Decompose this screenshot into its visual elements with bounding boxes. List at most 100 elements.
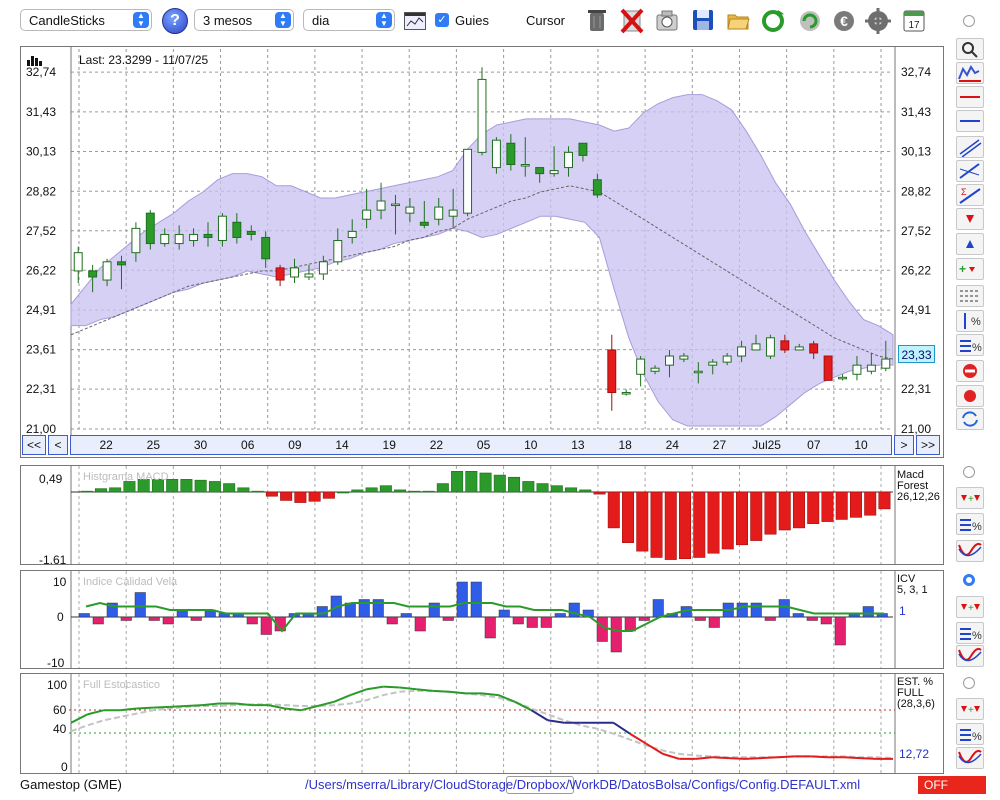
macd-bar: [436, 483, 449, 493]
stoch-k-segment: [284, 707, 302, 712]
lines-percent-button[interactable]: %: [956, 334, 984, 356]
gear-icon[interactable]: [865, 6, 891, 34]
stoch-k-segment: [449, 690, 466, 695]
icv-bar: [792, 613, 804, 618]
macd-bar: [750, 491, 763, 541]
icv-bar: [820, 616, 832, 625]
record-button[interactable]: [956, 385, 984, 407]
save-icon[interactable]: [690, 6, 716, 34]
chart-window-icon[interactable]: [404, 12, 426, 30]
candle: [275, 264, 285, 287]
icv-bar: [246, 616, 258, 625]
guides-checkbox[interactable]: ✓: [435, 13, 449, 27]
x-axis-label: 06: [241, 438, 255, 452]
horizontal-red-line-button[interactable]: [956, 86, 984, 108]
camera-icon[interactable]: [654, 6, 680, 34]
icv-panel[interactable]: Indice Calidad Vela 10 0 -10 ICV 5, 3, 1…: [20, 570, 944, 669]
candle: [73, 246, 83, 284]
scale-percent-button[interactable]: %: [956, 310, 984, 332]
svg-text:+: +: [968, 494, 974, 505]
macd-bar: [679, 491, 692, 560]
indicator-chart-button[interactable]: [956, 62, 984, 84]
no-entry-button[interactable]: [956, 360, 984, 382]
interval-select[interactable]: dia ▲ ▼: [303, 9, 395, 31]
icv-bar: [526, 616, 538, 628]
icv-arrows-button[interactable]: +: [956, 596, 984, 618]
open-folder-icon[interactable]: [725, 6, 751, 34]
icv-bar: [148, 616, 160, 621]
price-chart[interactable]: 32,74 31,43 30,13 28,82 27,52 26,22 24,91 23,61…: [21, 47, 943, 435]
delete-icon[interactable]: [619, 6, 645, 34]
horizontal-blue-line-button[interactable]: [956, 110, 984, 132]
y-axis-label-left: 28,82: [26, 184, 56, 198]
icv-bar: [540, 616, 552, 628]
stoch-k-segment: [399, 686, 417, 691]
stoch-lines-percent-button[interactable]: %: [956, 723, 984, 745]
stoch-k-segment: [87, 709, 105, 716]
help-label: ?: [170, 12, 180, 29]
icv-lines-percent-button[interactable]: %: [956, 622, 984, 644]
nav-last-button[interactable]: >>: [916, 435, 940, 455]
stoch-arrows-button[interactable]: +: [956, 698, 984, 720]
macd-bar: [394, 489, 407, 493]
macd-bar: [565, 487, 578, 493]
date-axis: 162225300609141922051013182427Jul250710: [70, 435, 892, 455]
stochastic-panel[interactable]: Full Estocastico 100 60 40 0 EST. % FULL…: [20, 673, 944, 774]
nav-first-button[interactable]: <<: [22, 435, 46, 455]
chevron-updown-icon: ▲ ▼: [275, 12, 291, 28]
macd-panel[interactable]: Histgrama MACD 0,49 -1,61 Macd Forest 26…: [20, 465, 944, 565]
macd-title: Histgrama MACD: [83, 471, 169, 483]
nav-next-button[interactable]: >: [894, 435, 914, 455]
macd-radio[interactable]: [963, 466, 975, 478]
y-axis-label-right: 27,52: [901, 224, 931, 238]
icv-bar: [260, 616, 272, 635]
euro-icon[interactable]: €: [831, 6, 857, 34]
stoch-curve-button[interactable]: [956, 747, 984, 769]
channel-button[interactable]: [956, 136, 984, 158]
refresh-icon[interactable]: [760, 6, 786, 34]
status-off-badge[interactable]: OFF: [918, 776, 986, 794]
config-path-link[interactable]: /Users/mserra/Library/CloudStorage/Dropb…: [305, 777, 860, 792]
macd-arrows-button[interactable]: +: [956, 487, 984, 509]
icv-bar: [750, 602, 762, 618]
icv-radio[interactable]: [963, 574, 975, 586]
icv-bar: [596, 616, 608, 642]
y-axis-label-right: 32,74: [901, 65, 931, 79]
macd-bar: [864, 491, 877, 516]
y-axis-label-left: 27,52: [26, 224, 56, 238]
zoom-button[interactable]: [956, 38, 984, 60]
nav-prev-button[interactable]: <: [48, 435, 68, 455]
arrow-up-button[interactable]: [956, 233, 984, 255]
calendar-icon[interactable]: 17: [901, 6, 927, 34]
sigma-trend-button[interactable]: Σ: [956, 184, 984, 206]
macd-curve-button[interactable]: [956, 540, 984, 562]
macd-lines-percent-button[interactable]: %: [956, 513, 984, 535]
icv-curve-button[interactable]: [956, 645, 984, 667]
icv-bar: [764, 616, 776, 621]
chart-type-select[interactable]: CandleSticks ▲ ▼: [20, 9, 152, 31]
arrow-down-button[interactable]: [956, 208, 984, 230]
macd-bar: [593, 491, 606, 495]
help-button[interactable]: ?: [162, 8, 188, 34]
sync-button[interactable]: [956, 408, 984, 430]
grid-lines-button[interactable]: [956, 285, 984, 307]
stoch-k-segment: [186, 704, 203, 707]
x-axis-label: 24: [666, 438, 680, 452]
add-signal-button[interactable]: +: [956, 258, 984, 280]
main-radio[interactable]: [963, 15, 975, 27]
stoch-radio[interactable]: [963, 677, 975, 689]
icv-bar: [624, 616, 636, 632]
rotate-icon[interactable]: [797, 6, 823, 34]
period-select[interactable]: 3 mesos ▲ ▼: [194, 9, 294, 31]
chevron-updown-icon: ▲ ▼: [376, 12, 392, 28]
y-axis-label-left: 22,31: [26, 382, 56, 396]
macd-bar: [280, 491, 293, 501]
trash-icon[interactable]: [584, 6, 610, 34]
macd-bar: [223, 483, 236, 493]
price-chart-panel[interactable]: 32,74 31,43 30,13 28,82 27,52 26,22 24,91 23,61…: [20, 46, 944, 458]
icv-ylabel-bottom: -10: [47, 656, 65, 668]
macd-bar: [693, 491, 706, 558]
y-axis-label-left: 32,74: [26, 65, 56, 79]
trendline-button[interactable]: [956, 160, 984, 182]
candle: [477, 67, 487, 156]
